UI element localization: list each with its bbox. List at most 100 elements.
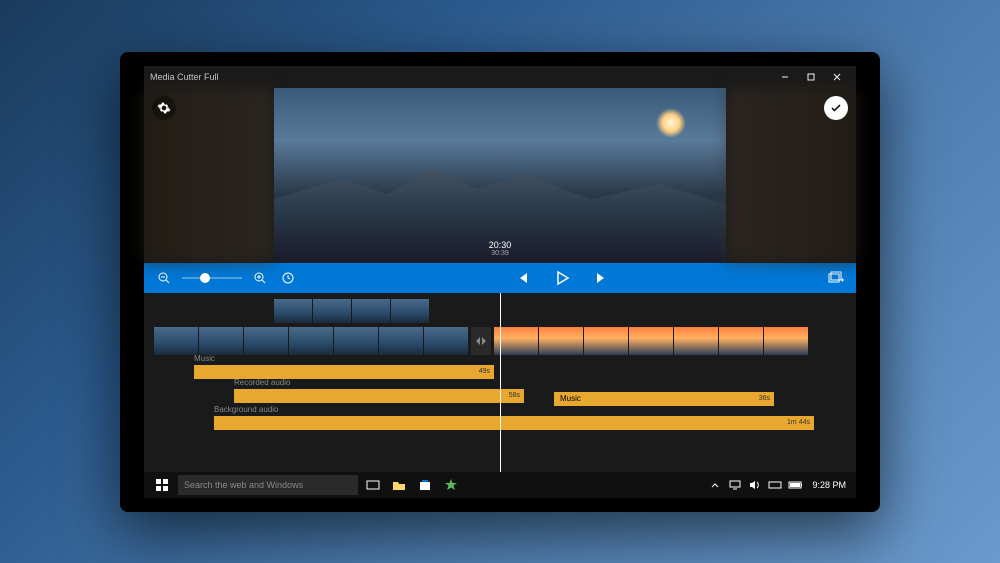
gear-icon — [157, 101, 171, 115]
video-thumb[interactable] — [274, 299, 312, 323]
search-placeholder: Search the web and Windows — [184, 480, 303, 490]
taskview-icon — [366, 479, 380, 491]
add-media-icon — [828, 271, 844, 285]
audio-label-music1: Music — [194, 354, 215, 363]
folder-icon — [392, 479, 406, 491]
timeline[interactable]: Music 49s Recorded audio 58s Music 36s B… — [144, 293, 856, 472]
tray-keyboard[interactable] — [768, 478, 782, 492]
zoom-thumb[interactable] — [200, 273, 210, 283]
video-thumb[interactable] — [584, 327, 628, 355]
taskview-button[interactable] — [362, 475, 384, 495]
tray-network[interactable] — [728, 478, 742, 492]
taskbar-clock[interactable]: 9:28 PM — [808, 480, 850, 490]
video-thumb[interactable] — [379, 327, 423, 355]
video-track-top — [274, 299, 846, 323]
transport-left — [154, 268, 298, 288]
transport-right — [826, 268, 846, 288]
zoom-in-icon — [254, 272, 266, 284]
taskbar-search[interactable]: Search the web and Windows — [178, 475, 358, 495]
playhead[interactable] — [500, 293, 501, 472]
audio-duration-recorded: 58s — [509, 392, 520, 399]
clock-icon — [282, 272, 294, 284]
video-thumb[interactable] — [334, 327, 378, 355]
transport-bar — [144, 263, 856, 293]
video-thumb[interactable] — [629, 327, 673, 355]
preview-frame[interactable] — [274, 88, 726, 263]
timecode-total: 30:39 — [489, 250, 512, 257]
video-thumb[interactable] — [764, 327, 808, 355]
add-media-button[interactable] — [826, 268, 846, 288]
video-thumb[interactable] — [289, 327, 333, 355]
minimize-button[interactable] — [772, 67, 798, 87]
transition-icon — [475, 335, 487, 347]
store-icon — [419, 479, 431, 491]
audio-track-music1[interactable]: 49s — [194, 365, 494, 379]
preview-area: 20:30 30:39 — [144, 88, 856, 263]
video-thumb[interactable] — [424, 327, 468, 355]
audio-duration-music1: 49s — [479, 368, 490, 375]
titlebar: Media Cutter Full — [144, 66, 856, 88]
video-thumb[interactable] — [539, 327, 583, 355]
maximize-button[interactable] — [798, 67, 824, 87]
play-button[interactable] — [552, 268, 572, 288]
skip-back-icon — [515, 271, 529, 285]
audio-track-music2[interactable]: Music 36s — [554, 392, 774, 406]
keyboard-icon — [768, 480, 782, 490]
confirm-button[interactable] — [824, 96, 848, 120]
check-icon — [830, 102, 842, 114]
volume-icon — [749, 480, 761, 490]
window-title: Media Cutter Full — [150, 72, 772, 82]
timer-button[interactable] — [278, 268, 298, 288]
clip-group-3[interactable] — [494, 327, 808, 355]
tray-volume[interactable] — [748, 478, 762, 492]
tray-battery[interactable] — [788, 478, 802, 492]
video-thumb[interactable] — [199, 327, 243, 355]
taskbar: Search the web and Windows 9:28 PM — [144, 472, 856, 498]
store-button[interactable] — [414, 475, 436, 495]
audio-inline-label-music2: Music — [560, 394, 581, 403]
zoom-in-button[interactable] — [250, 268, 270, 288]
windows-icon — [156, 479, 168, 491]
system-tray: 9:28 PM — [708, 478, 850, 492]
video-thumb[interactable] — [352, 299, 390, 323]
clip-group-2[interactable] — [154, 327, 468, 355]
timecode-display: 20:30 30:39 — [489, 240, 512, 257]
video-thumb[interactable] — [313, 299, 351, 323]
timecode-current: 20:30 — [489, 240, 512, 250]
chevron-up-icon — [711, 481, 719, 489]
settings-button[interactable] — [152, 96, 176, 120]
play-icon — [554, 270, 570, 286]
audio-duration-music2: 36s — [759, 395, 770, 402]
audio-track-background[interactable]: 1m 44s — [214, 416, 814, 430]
previous-button[interactable] — [512, 268, 532, 288]
screen: Media Cutter Full 20:30 30:39 — [144, 66, 856, 498]
start-button[interactable] — [150, 475, 174, 495]
app-button[interactable] — [440, 475, 462, 495]
video-thumb[interactable] — [391, 299, 429, 323]
app-body: 20:30 30:39 — [144, 88, 856, 472]
close-button[interactable] — [824, 67, 850, 87]
audio-label-recorded: Recorded audio — [234, 378, 290, 387]
zoom-slider[interactable] — [182, 277, 242, 279]
zoom-out-icon — [158, 272, 170, 284]
video-thumb[interactable] — [244, 327, 288, 355]
audio-duration-background: 1m 44s — [787, 419, 810, 426]
next-button[interactable] — [592, 268, 612, 288]
video-thumb[interactable] — [154, 327, 198, 355]
video-thumb[interactable] — [719, 327, 763, 355]
monitor-icon — [729, 480, 741, 490]
transition-marker[interactable] — [471, 327, 491, 355]
device-bezel: Media Cutter Full 20:30 30:39 — [120, 52, 880, 512]
zoom-out-button[interactable] — [154, 268, 174, 288]
video-thumb[interactable] — [674, 327, 718, 355]
clip-group-1[interactable] — [274, 299, 429, 323]
skip-forward-icon — [595, 271, 609, 285]
file-explorer-button[interactable] — [388, 475, 410, 495]
audio-label-background: Background audio — [214, 405, 279, 414]
battery-icon — [788, 481, 802, 489]
tray-chevron[interactable] — [708, 478, 722, 492]
audio-track-recorded[interactable]: 58s — [234, 389, 524, 403]
star-icon — [445, 479, 457, 491]
preview-sun — [656, 108, 686, 138]
transport-center — [298, 268, 826, 288]
